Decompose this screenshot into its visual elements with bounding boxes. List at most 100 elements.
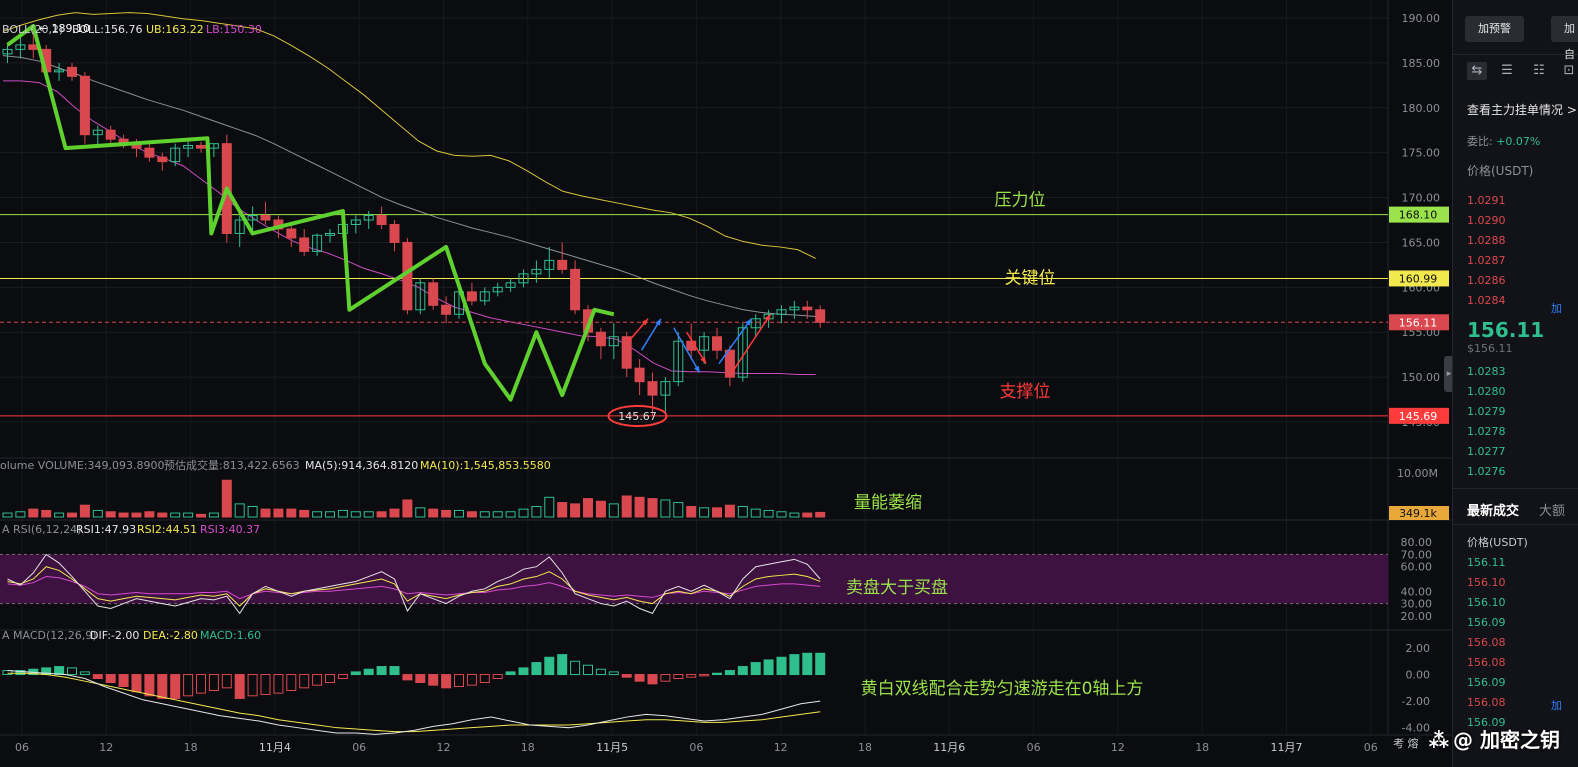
- macd-histogram-bar: [350, 671, 361, 676]
- trade-row[interactable]: 156.08: [1467, 656, 1506, 669]
- ask-row[interactable]: 1.0287: [1467, 254, 1506, 267]
- candle-body: [724, 349, 735, 378]
- macd-dif-value: DIF:-2.00: [90, 629, 139, 642]
- trades-side-tag[interactable]: 加: [1551, 697, 1562, 713]
- volume-bar: [737, 506, 748, 518]
- rsi-tick-label: 30.00: [1401, 598, 1433, 611]
- volume-bar: [234, 503, 245, 518]
- trade-row[interactable]: 156.10: [1467, 596, 1506, 609]
- sidebar: 加预警 加自 ⇆ ☰ ☷ ⊡ 查看主力挂单情况 > 委比: +0.07% 价格(…: [1452, 0, 1578, 767]
- volume-bar: [67, 512, 77, 518]
- time-tick-label: 11月4: [259, 741, 291, 754]
- trade-row[interactable]: 156.09: [1467, 616, 1506, 629]
- volume-bar: [337, 509, 348, 518]
- bid-row[interactable]: 1.0278: [1467, 425, 1506, 438]
- rsi-tick-label: 80.00: [1401, 536, 1433, 549]
- divider: [1453, 54, 1578, 55]
- volume-bar: [415, 507, 426, 518]
- time-tick-label: 12: [774, 741, 788, 754]
- macd-histogram-bar: [170, 674, 181, 699]
- macd-histogram-bar: [54, 666, 65, 676]
- rsi-tick-label: 20.00: [1401, 610, 1433, 623]
- volume-note: 量能萎缩: [854, 493, 922, 513]
- ask-row[interactable]: 1.0286: [1467, 274, 1506, 287]
- bid-row[interactable]: 1.0276: [1467, 465, 1506, 478]
- volume-bar: [815, 511, 826, 518]
- tab-latest-trades[interactable]: 最新成交: [1467, 500, 1519, 519]
- volume-bar: [789, 512, 800, 518]
- side-tag[interactable]: 加: [1551, 300, 1562, 316]
- candle-body: [389, 223, 400, 243]
- orderbook-settings-icon[interactable]: ⊡: [1559, 62, 1578, 80]
- candle-body: [441, 304, 452, 315]
- orderbook-bids-icon[interactable]: ☰: [1497, 62, 1517, 80]
- pattern-zigzag-line: [6, 24, 615, 402]
- ratio-label: 委比: +0.07%: [1467, 135, 1541, 148]
- macd-histogram-bar: [750, 662, 761, 676]
- volume-bar: [247, 506, 258, 518]
- ratio-value: +0.07%: [1496, 135, 1541, 148]
- candle-body: [144, 147, 155, 158]
- ask-row[interactable]: 1.0284: [1467, 294, 1506, 307]
- volume-bar: [196, 513, 206, 518]
- volume-bar: [544, 496, 555, 518]
- add-alert-button[interactable]: 加预警: [1465, 16, 1524, 42]
- add-favorite-button[interactable]: 加自: [1551, 16, 1578, 61]
- macd-note: 黄白双线配合走势匀速游走在0轴上方: [861, 679, 1144, 699]
- volume-bar: [776, 511, 787, 518]
- rsi-band: [0, 554, 1388, 604]
- rsi-label: A RSI(6,12,24): [2, 523, 81, 536]
- macd-histogram-bar: [312, 674, 323, 686]
- time-tick-label: 06: [352, 741, 366, 754]
- trade-row[interactable]: 156.09: [1467, 676, 1506, 689]
- ask-row[interactable]: 1.0290: [1467, 214, 1506, 227]
- candle-body: [376, 215, 387, 225]
- volume-bar: [170, 512, 181, 518]
- bid-row[interactable]: 1.0277: [1467, 445, 1506, 458]
- volume-bar: [260, 508, 271, 518]
- bid-row[interactable]: 1.0279: [1467, 405, 1506, 418]
- price-tick-label: 150.00: [1402, 371, 1441, 384]
- macd-histogram-bar: [157, 674, 168, 699]
- macd-histogram-bar: [583, 664, 593, 676]
- time-tick-label: 06: [15, 741, 29, 754]
- trade-row[interactable]: 156.10: [1467, 576, 1506, 589]
- time-tick-label: 06: [1364, 741, 1378, 754]
- time-tick-label: 06: [689, 741, 703, 754]
- macd-histogram-bar: [144, 674, 155, 697]
- projection-arrowhead: [764, 314, 771, 322]
- macd-dea-line: [7, 672, 821, 733]
- bid-row[interactable]: 1.0283: [1467, 365, 1506, 378]
- level-price-label: 145.69: [1399, 410, 1438, 423]
- volume-bar: [389, 508, 400, 518]
- volume-bar: [660, 499, 671, 518]
- macd-histogram-bar: [337, 674, 348, 680]
- trade-row[interactable]: 156.08: [1467, 636, 1506, 649]
- rsi-tick-label: 60.00: [1401, 561, 1433, 574]
- volume-axis-max: 10.00M: [1397, 467, 1438, 480]
- ask-row[interactable]: 1.0288: [1467, 234, 1506, 247]
- trade-row[interactable]: 156.08: [1467, 696, 1506, 709]
- volume-bar: [273, 508, 284, 518]
- orderbook-asks-icon[interactable]: ☷: [1529, 62, 1549, 80]
- volume-bar: [325, 511, 335, 518]
- ask-row[interactable]: 1.0291: [1467, 194, 1506, 207]
- level-name-label: 支撑位: [1000, 382, 1051, 402]
- volume-ma5: MA(5):914,364.8120: [305, 459, 418, 472]
- volume-bar: [299, 509, 310, 518]
- trade-row[interactable]: 156.11: [1467, 556, 1506, 569]
- bid-row[interactable]: 1.0280: [1467, 385, 1506, 398]
- time-tick-label: 18: [521, 741, 535, 754]
- candle-body: [634, 367, 645, 383]
- time-tick-label: 18: [184, 741, 198, 754]
- chart-area[interactable]: 190.00 185.00 180.00 175.00 170.00 165.00 160.…: [0, 0, 1452, 767]
- orderbook-both-icon[interactable]: ⇆: [1467, 62, 1487, 80]
- orderbook-title[interactable]: 查看主力挂单情况 >: [1467, 101, 1577, 118]
- chart-canvas[interactable]: 190.00185.00180.00175.00170.00165.00160.…: [0, 0, 1452, 767]
- macd-histogram-bar: [621, 674, 632, 678]
- candle-body: [595, 331, 606, 347]
- volume-bar: [763, 509, 774, 518]
- tab-large-trades[interactable]: 大额: [1539, 500, 1565, 519]
- macd-histogram-bar: [531, 662, 542, 676]
- boll-lb-value: LB:150.30: [206, 23, 262, 36]
